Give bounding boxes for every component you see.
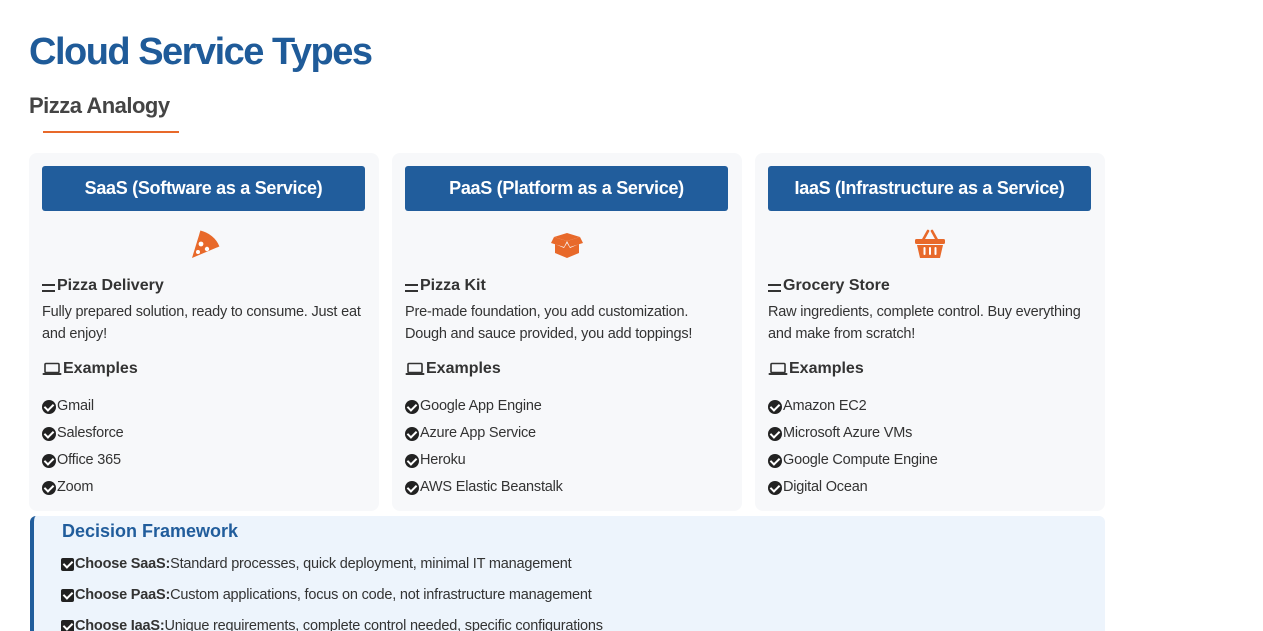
check-square-icon xyxy=(61,589,74,602)
list-item: Salesforce xyxy=(42,420,124,447)
list-item: Microsoft Azure VMs xyxy=(768,420,938,447)
example-label: Office 365 xyxy=(57,452,121,468)
decision-item-text: Unique requirements, complete control ne… xyxy=(164,618,603,631)
decision-item-saas: Choose SaaS: Standard processes, quick de… xyxy=(61,549,603,580)
decision-item-text: Standard processes, quick deployment, mi… xyxy=(170,556,572,572)
check-circle-icon xyxy=(42,426,56,441)
check-circle-icon xyxy=(42,453,56,468)
iaas-examples-list: Amazon EC2 Microsoft Azure VMs Google Co… xyxy=(768,393,938,501)
example-label: Amazon EC2 xyxy=(783,398,867,414)
list-item: Office 365 xyxy=(42,447,124,474)
lines-icon xyxy=(42,283,55,292)
iaas-examples-heading: Examples xyxy=(768,359,864,379)
shopping-basket-icon xyxy=(913,227,947,261)
list-item: Google App Engine xyxy=(405,393,563,420)
check-circle-icon xyxy=(42,399,56,414)
iaas-card-header: IaaS (Infrastructure as a Service) xyxy=(768,166,1091,211)
paas-analogy-label: Pizza Kit xyxy=(420,277,486,294)
paas-examples-list: Google App Engine Azure App Service Hero… xyxy=(405,393,563,501)
saas-analogy: Pizza Delivery xyxy=(42,276,164,296)
laptop-icon xyxy=(405,362,425,375)
example-label: AWS Elastic Beanstalk xyxy=(420,479,563,495)
iaas-analogy: Grocery Store xyxy=(768,276,890,296)
saas-examples-heading: Examples xyxy=(42,359,138,379)
decision-item-iaas: Choose IaaS: Unique requirements, complet… xyxy=(61,611,603,631)
iaas-analogy-label: Grocery Store xyxy=(783,277,890,294)
check-circle-icon xyxy=(405,480,419,495)
list-item: Google Compute Engine xyxy=(768,447,938,474)
example-label: Gmail xyxy=(57,398,94,414)
examples-label: Examples xyxy=(426,360,501,377)
decision-item-paas: Choose PaaS: Custom applications, focus o… xyxy=(61,580,603,611)
check-circle-icon xyxy=(405,426,419,441)
decision-item-label: Choose SaaS: xyxy=(75,556,171,572)
example-label: Heroku xyxy=(420,452,466,468)
paas-description: Pre-made foundation, you add customizati… xyxy=(405,304,693,342)
check-circle-icon xyxy=(768,426,782,441)
example-label: Digital Ocean xyxy=(783,479,868,495)
page-title: Cloud Service Types xyxy=(29,31,373,73)
page-subtitle: Pizza Analogy xyxy=(29,93,170,118)
pizza-slice-icon xyxy=(187,227,221,261)
saas-description: Fully prepared solution, ready to consum… xyxy=(42,304,361,342)
decision-list: Choose SaaS: Standard processes, quick de… xyxy=(61,549,603,631)
check-circle-icon xyxy=(42,480,56,495)
laptop-icon xyxy=(42,362,62,375)
decision-framework-panel: Decision Framework Choose SaaS: Standard … xyxy=(30,516,1105,631)
box-open-icon xyxy=(550,227,584,261)
decision-framework-title: Decision Framework xyxy=(62,521,239,541)
subtitle-underline xyxy=(43,131,179,133)
list-item: Gmail xyxy=(42,393,124,420)
example-label: Google App Engine xyxy=(420,398,542,414)
decision-item-text: Custom applications, focus on code, not … xyxy=(170,587,592,603)
check-circle-icon xyxy=(405,453,419,468)
paas-examples-heading: Examples xyxy=(405,359,501,379)
paas-card: PaaS (Platform as a Service) Pizza Kit P… xyxy=(392,153,742,511)
list-item: AWS Elastic Beanstalk xyxy=(405,474,563,501)
paas-card-header: PaaS (Platform as a Service) xyxy=(405,166,728,211)
check-square-icon xyxy=(61,558,74,571)
lines-icon xyxy=(768,283,781,292)
decision-item-label: Choose IaaS: xyxy=(75,618,165,631)
laptop-icon xyxy=(768,362,788,375)
list-item: Digital Ocean xyxy=(768,474,938,501)
examples-label: Examples xyxy=(789,360,864,377)
examples-label: Examples xyxy=(63,360,138,377)
example-label: Salesforce xyxy=(57,425,124,441)
list-item: Azure App Service xyxy=(405,420,563,447)
list-item: Zoom xyxy=(42,474,124,501)
check-circle-icon xyxy=(768,453,782,468)
example-label: Zoom xyxy=(57,479,94,495)
iaas-card: IaaS (Infrastructure as a Service) Groce… xyxy=(755,153,1105,511)
check-circle-icon xyxy=(768,399,782,414)
saas-examples-list: Gmail Salesforce Office 365 Zoom xyxy=(42,393,124,501)
check-circle-icon xyxy=(405,399,419,414)
saas-card-header: SaaS (Software as a Service) xyxy=(42,166,365,211)
saas-card: SaaS (Software as a Service) Pizza Deliv… xyxy=(29,153,379,511)
example-label: Google Compute Engine xyxy=(783,452,938,468)
paas-analogy: Pizza Kit xyxy=(405,276,486,296)
saas-analogy-label: Pizza Delivery xyxy=(57,277,164,294)
decision-item-label: Choose PaaS: xyxy=(75,587,171,603)
check-square-icon xyxy=(61,620,74,631)
check-circle-icon xyxy=(768,480,782,495)
iaas-description: Raw ingredients, complete control. Buy e… xyxy=(768,304,1081,342)
example-label: Azure App Service xyxy=(420,425,536,441)
list-item: Amazon EC2 xyxy=(768,393,938,420)
example-label: Microsoft Azure VMs xyxy=(783,425,913,441)
list-item: Heroku xyxy=(405,447,563,474)
lines-icon xyxy=(405,283,418,292)
